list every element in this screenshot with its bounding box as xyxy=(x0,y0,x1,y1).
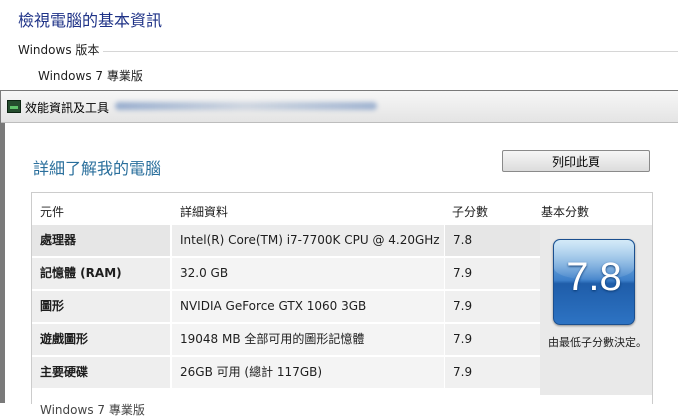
table-row-memory[interactable]: 記憶體 (RAM) 32.0 GB 7.9 xyxy=(32,258,540,290)
performance-tool-icon xyxy=(7,100,21,113)
row-details: NVIDIA GeForce GTX 1060 3GB xyxy=(172,291,444,322)
row-details: 26GB 可用 (總計 117GB) xyxy=(172,357,444,388)
row-details: Intel(R) Core(TM) i7-7700K CPU @ 4.20GHz xyxy=(172,225,444,256)
row-details: 19048 MB 全部可用的圖形記憶體 xyxy=(172,324,444,355)
row-subscore: 7.9 xyxy=(445,291,540,322)
row-component: 遊戲圖形 xyxy=(32,324,170,355)
row-component: 圖形 xyxy=(32,291,170,322)
row-subscore: 7.9 xyxy=(445,357,540,388)
table-row-processor[interactable]: 處理器 Intel(R) Core(TM) i7-7700K CPU @ 4.2… xyxy=(32,225,540,257)
table-row-gaming-graphics[interactable]: 遊戲圖形 19048 MB 全部可用的圖形記憶體 7.9 xyxy=(32,324,540,356)
row-component: 處理器 xyxy=(32,225,170,256)
window-content: 詳細了解我的電腦 列印此頁 元件 詳細資料 子分數 基本分數 處理器 Intel… xyxy=(5,123,678,417)
window-title: 效能資訊及工具 xyxy=(25,101,110,115)
table-header: 元件 詳細資料 子分數 基本分數 xyxy=(32,193,652,225)
table-row-primary-disk[interactable]: 主要硬碟 26GB 可用 (總計 117GB) 7.9 xyxy=(32,357,540,389)
section-divider xyxy=(18,51,678,52)
header-component: 元件 xyxy=(40,205,65,219)
row-subscore: 7.9 xyxy=(445,258,540,289)
header-details: 詳細資料 xyxy=(180,205,229,219)
footer-row-partial: Windows 7 專業版 xyxy=(32,395,652,417)
row-component: 主要硬碟 xyxy=(32,357,170,388)
footer-edition-text: Windows 7 專業版 xyxy=(40,403,145,417)
print-page-button[interactable]: 列印此頁 xyxy=(502,150,650,172)
system-page-title: 檢視電腦的基本資訊 xyxy=(18,11,163,30)
base-score-badge: 7.8 xyxy=(553,239,635,325)
row-subscore: 7.8 xyxy=(445,225,540,256)
row-component: 記憶體 (RAM) xyxy=(32,258,170,289)
windows-edition-value: Windows 7 專業版 xyxy=(38,69,143,83)
window-titlebar[interactable]: 效能資訊及工具 xyxy=(1,91,678,123)
section-label: Windows 版本 xyxy=(18,41,104,58)
score-table: 元件 詳細資料 子分數 基本分數 處理器 Intel(R) Core(TM) i… xyxy=(31,192,653,417)
table-row-graphics[interactable]: 圖形 NVIDIA GeForce GTX 1060 3GB 7.9 xyxy=(32,291,540,323)
page-heading: 詳細了解我的電腦 xyxy=(33,159,162,178)
base-score-note: 由最低子分數決定。 xyxy=(548,336,647,349)
row-subscore: 7.9 xyxy=(445,324,540,355)
windows-edition-section: Windows 版本 xyxy=(18,40,678,60)
blurred-copyright-text xyxy=(115,102,377,110)
header-subscore: 子分數 xyxy=(452,205,489,219)
base-score-panel: 7.8 由最低子分數決定。 xyxy=(540,225,652,395)
row-details: 32.0 GB xyxy=(172,258,444,289)
header-basescore: 基本分數 xyxy=(541,205,590,219)
base-score-value: 7.8 xyxy=(566,255,622,299)
